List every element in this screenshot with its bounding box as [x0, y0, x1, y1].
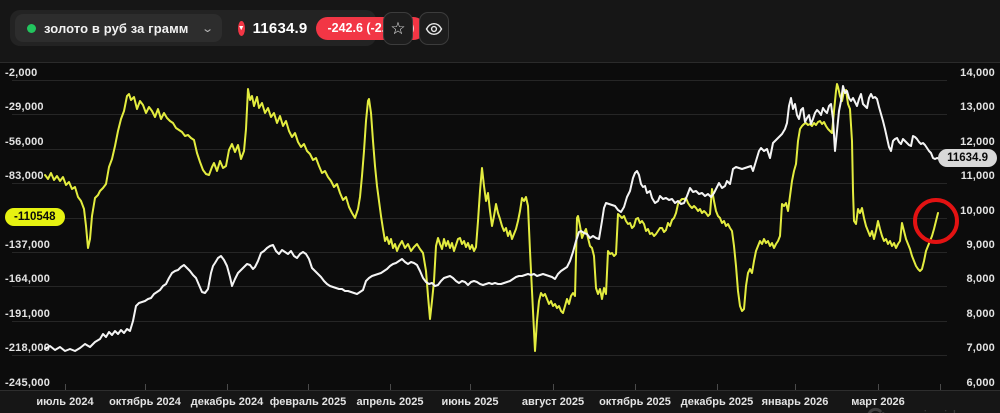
x-axis-label: октябрь 2024	[109, 396, 181, 408]
trading-chart-page: золото в руб за грамм ⌄ ▼ 11634.9 -242.6…	[0, 0, 1000, 413]
chart-plot-area[interactable]: -2,000-29,000-56,000-83,000-137,000-164,…	[0, 62, 1000, 390]
symbol-dropdown[interactable]: золото в руб за грамм ⌄	[15, 14, 222, 42]
left-axis-current-value-pill: -110548	[5, 208, 65, 226]
symbol-label: золото в руб за грамм	[44, 21, 189, 36]
symbol-group: золото в руб за грамм ⌄ ▼ 11634.9 -242.6…	[10, 10, 376, 46]
watermark-text-bold: msc	[889, 408, 920, 413]
x-axis-label: июнь 2025	[441, 396, 498, 408]
eye-icon	[425, 20, 443, 38]
price-down-icon: ▼	[238, 21, 245, 36]
status-dot-icon	[27, 24, 36, 33]
watch-button[interactable]	[419, 12, 449, 45]
current-price: 11634.9	[253, 20, 308, 37]
star-icon: ☆	[390, 19, 405, 39]
favorite-button[interactable]: ☆	[383, 12, 413, 45]
chevron-down-icon: ⌄	[201, 22, 214, 35]
right-axis-current-value-pill: 11634.9	[938, 149, 997, 167]
x-axis-label: февраль 2025	[270, 396, 346, 408]
mscinsider-logo-icon	[866, 407, 885, 413]
x-axis-label: январь 2026	[762, 396, 829, 408]
x-axis: июль 2024 октябрь 2024 декабрь 2024 февраль…	[0, 390, 1000, 413]
series-chart	[0, 63, 1000, 391]
x-axis-label: октябрь 2025	[599, 396, 671, 408]
x-axis-label: декабрь 2024	[191, 396, 264, 408]
x-axis-label: декабрь 2025	[681, 396, 754, 408]
indicator-series-line	[45, 84, 938, 351]
x-axis-label: август 2025	[522, 396, 584, 408]
watermark-text-light: insider	[924, 408, 971, 413]
x-axis-label: июль 2024	[36, 396, 93, 408]
watermark: msc insider	[866, 407, 971, 413]
top-bar: золото в руб за грамм ⌄ ▼ 11634.9 -242.6…	[0, 0, 1000, 62]
x-axis-label: апрель 2025	[357, 396, 424, 408]
